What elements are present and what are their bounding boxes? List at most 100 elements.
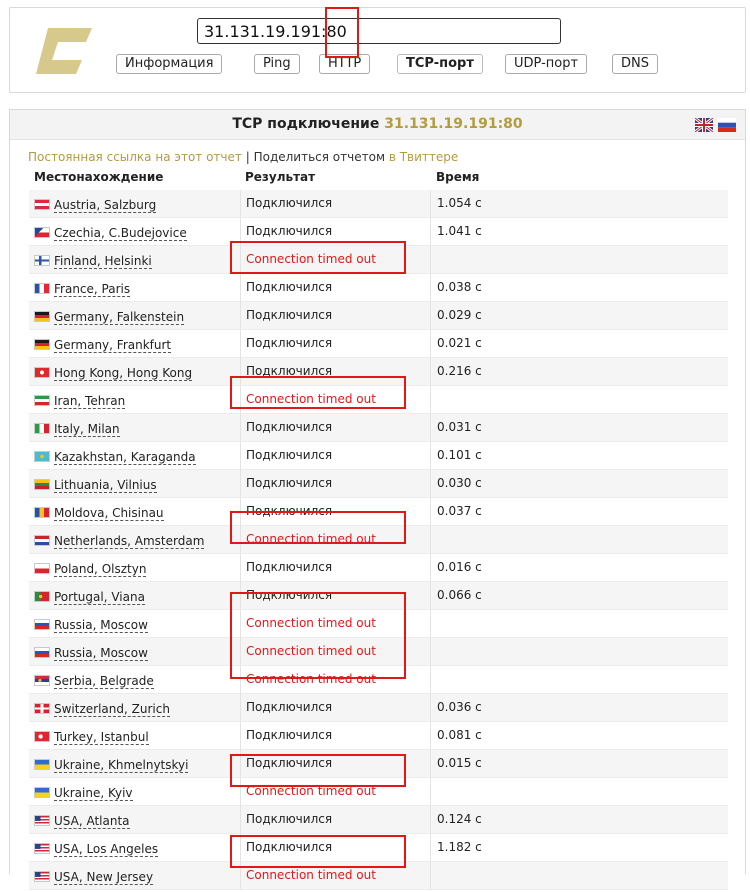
russia-flag-icon xyxy=(34,619,50,630)
location-link[interactable]: Moldova, Chisinau xyxy=(54,506,164,521)
location-link[interactable]: Iran, Tehran xyxy=(54,394,126,409)
time-cell: 0.038 с xyxy=(430,274,728,301)
location-cell: Czechia, C.Budejovice xyxy=(34,218,239,245)
serbia-flag-icon xyxy=(34,675,50,686)
iran-flag-icon xyxy=(34,395,50,406)
tab-udp-port[interactable]: UDP-порт xyxy=(505,54,588,74)
time-cell: 0.101 с xyxy=(430,442,728,469)
share-twitter-link[interactable]: в Твиттере xyxy=(389,150,458,164)
panel-title-text: TCP подключение xyxy=(232,116,380,132)
tab-info[interactable]: Информация xyxy=(116,54,223,74)
table-row: Kazakhstan, Karaganda Подключился 0.101 с xyxy=(29,442,728,470)
location-cell: Lithuania, Vilnius xyxy=(34,470,239,497)
tab-tcp-port[interactable]: TCP-порт xyxy=(397,54,483,74)
host-input[interactable] xyxy=(197,18,561,44)
english-flag-icon[interactable] xyxy=(695,118,713,132)
location-link[interactable]: Netherlands, Amsterdam xyxy=(54,534,205,549)
table-row: France, Paris Подключился 0.038 с xyxy=(29,274,728,302)
hongkong-flag-icon xyxy=(34,367,50,378)
portugal-flag-icon xyxy=(34,591,50,602)
location-link[interactable]: Ukraine, Kyiv xyxy=(54,786,133,801)
location-cell: Russia, Moscow xyxy=(34,638,239,665)
location-cell: Austria, Salzburg xyxy=(34,190,239,217)
location-link[interactable]: Switzerland, Zurich xyxy=(54,702,170,717)
location-cell: Kazakhstan, Karaganda xyxy=(34,442,239,469)
netherlands-flag-icon xyxy=(34,535,50,546)
lithuania-flag-icon xyxy=(34,479,50,490)
usa-flag-icon xyxy=(34,815,50,826)
location-cell: Turkey, Istanbul xyxy=(34,722,239,749)
location-cell: Netherlands, Amsterdam xyxy=(34,526,239,553)
panel-title: TCP подключение 31.131.19.191:80 xyxy=(10,110,745,140)
result-cell: Подключился xyxy=(240,414,430,441)
time-cell xyxy=(430,862,728,889)
permalink-separator: | xyxy=(245,150,250,164)
location-link[interactable]: Russia, Moscow xyxy=(54,646,148,661)
location-link[interactable]: Kazakhstan, Karaganda xyxy=(54,450,196,465)
location-link[interactable]: Poland, Olsztyn xyxy=(54,562,147,577)
location-cell: Finland, Helsinki xyxy=(34,246,239,273)
location-link[interactable]: Czechia, C.Budejovice xyxy=(54,226,187,241)
time-cell xyxy=(430,386,728,413)
location-cell: Serbia, Belgrade xyxy=(34,666,239,693)
result-cell: Подключился xyxy=(240,554,430,581)
location-link[interactable]: Germany, Frankfurt xyxy=(54,338,172,353)
time-cell: 0.029 с xyxy=(430,302,728,329)
moldova-flag-icon xyxy=(34,507,50,518)
location-link[interactable]: Ukraine, Khmelnytskyi xyxy=(54,758,189,773)
permalink-link[interactable]: Постоянная ссылка на этот отчет xyxy=(28,150,242,164)
time-cell: 1.041 с xyxy=(430,218,728,245)
austria-flag-icon xyxy=(34,199,50,210)
location-link[interactable]: Austria, Salzburg xyxy=(54,198,157,213)
time-cell: 0.037 с xyxy=(430,498,728,525)
location-link[interactable]: USA, Los Angeles xyxy=(54,842,159,857)
location-link[interactable]: USA, Atlanta xyxy=(54,814,130,829)
time-cell: 0.066 с xyxy=(430,582,728,609)
location-cell: Russia, Moscow xyxy=(34,610,239,637)
italy-flag-icon xyxy=(34,423,50,434)
ukraine-flag-icon xyxy=(34,787,50,798)
location-link[interactable]: Serbia, Belgrade xyxy=(54,674,154,689)
time-cell: 0.031 с xyxy=(430,414,728,441)
result-cell: Подключился xyxy=(240,694,430,721)
location-link[interactable]: France, Paris xyxy=(54,282,131,297)
highlight-box-timeout xyxy=(230,241,406,274)
location-link[interactable]: Portugal, Viana xyxy=(54,590,145,605)
location-cell: Ukraine, Kyiv xyxy=(34,778,239,805)
time-cell xyxy=(430,610,728,637)
table-row: Austria, Salzburg Подключился 1.054 с xyxy=(29,190,728,218)
location-link[interactable]: Hong Kong, Hong Kong xyxy=(54,366,193,381)
result-cell: Подключился xyxy=(240,190,430,217)
time-cell xyxy=(430,526,728,553)
location-link[interactable]: USA, New Jersey xyxy=(54,870,154,885)
table-row: Italy, Milan Подключился 0.031 с xyxy=(29,414,728,442)
location-link[interactable]: Lithuania, Vilnius xyxy=(54,478,157,493)
location-cell: USA, Los Angeles xyxy=(34,834,239,861)
result-cell: Подключился xyxy=(240,722,430,749)
russian-flag-icon[interactable] xyxy=(718,118,736,132)
location-link[interactable]: Italy, Milan xyxy=(54,422,120,437)
panel-title-ip: 31.131.19.191:80 xyxy=(384,116,523,132)
time-cell xyxy=(430,778,728,805)
time-cell: 0.030 с xyxy=(430,470,728,497)
table-row: Germany, Falkenstein Подключился 0.029 с xyxy=(29,302,728,330)
header-box: Информация Ping HTTP TCP-порт UDP-порт D… xyxy=(9,7,746,93)
location-cell: USA, New Jersey xyxy=(34,862,239,889)
result-cell: Подключился xyxy=(240,442,430,469)
location-link[interactable]: Turkey, Istanbul xyxy=(54,730,149,745)
location-cell: USA, Atlanta xyxy=(34,806,239,833)
location-link[interactable]: Finland, Helsinki xyxy=(54,254,152,269)
highlight-box-timeout xyxy=(230,592,406,679)
location-link[interactable]: Germany, Falkenstein xyxy=(54,310,185,325)
tab-dns[interactable]: DNS xyxy=(612,54,658,74)
tab-ping[interactable]: Ping xyxy=(254,54,300,74)
column-header-result: Результат xyxy=(245,170,316,184)
site-logo-icon[interactable] xyxy=(34,22,94,82)
location-link[interactable]: Russia, Moscow xyxy=(54,618,148,633)
time-cell: 0.015 с xyxy=(430,750,728,777)
result-cell: Подключился xyxy=(240,806,430,833)
time-cell xyxy=(430,666,728,693)
time-cell: 1.054 с xyxy=(430,190,728,217)
usa-flag-icon xyxy=(34,843,50,854)
france-flag-icon xyxy=(34,283,50,294)
